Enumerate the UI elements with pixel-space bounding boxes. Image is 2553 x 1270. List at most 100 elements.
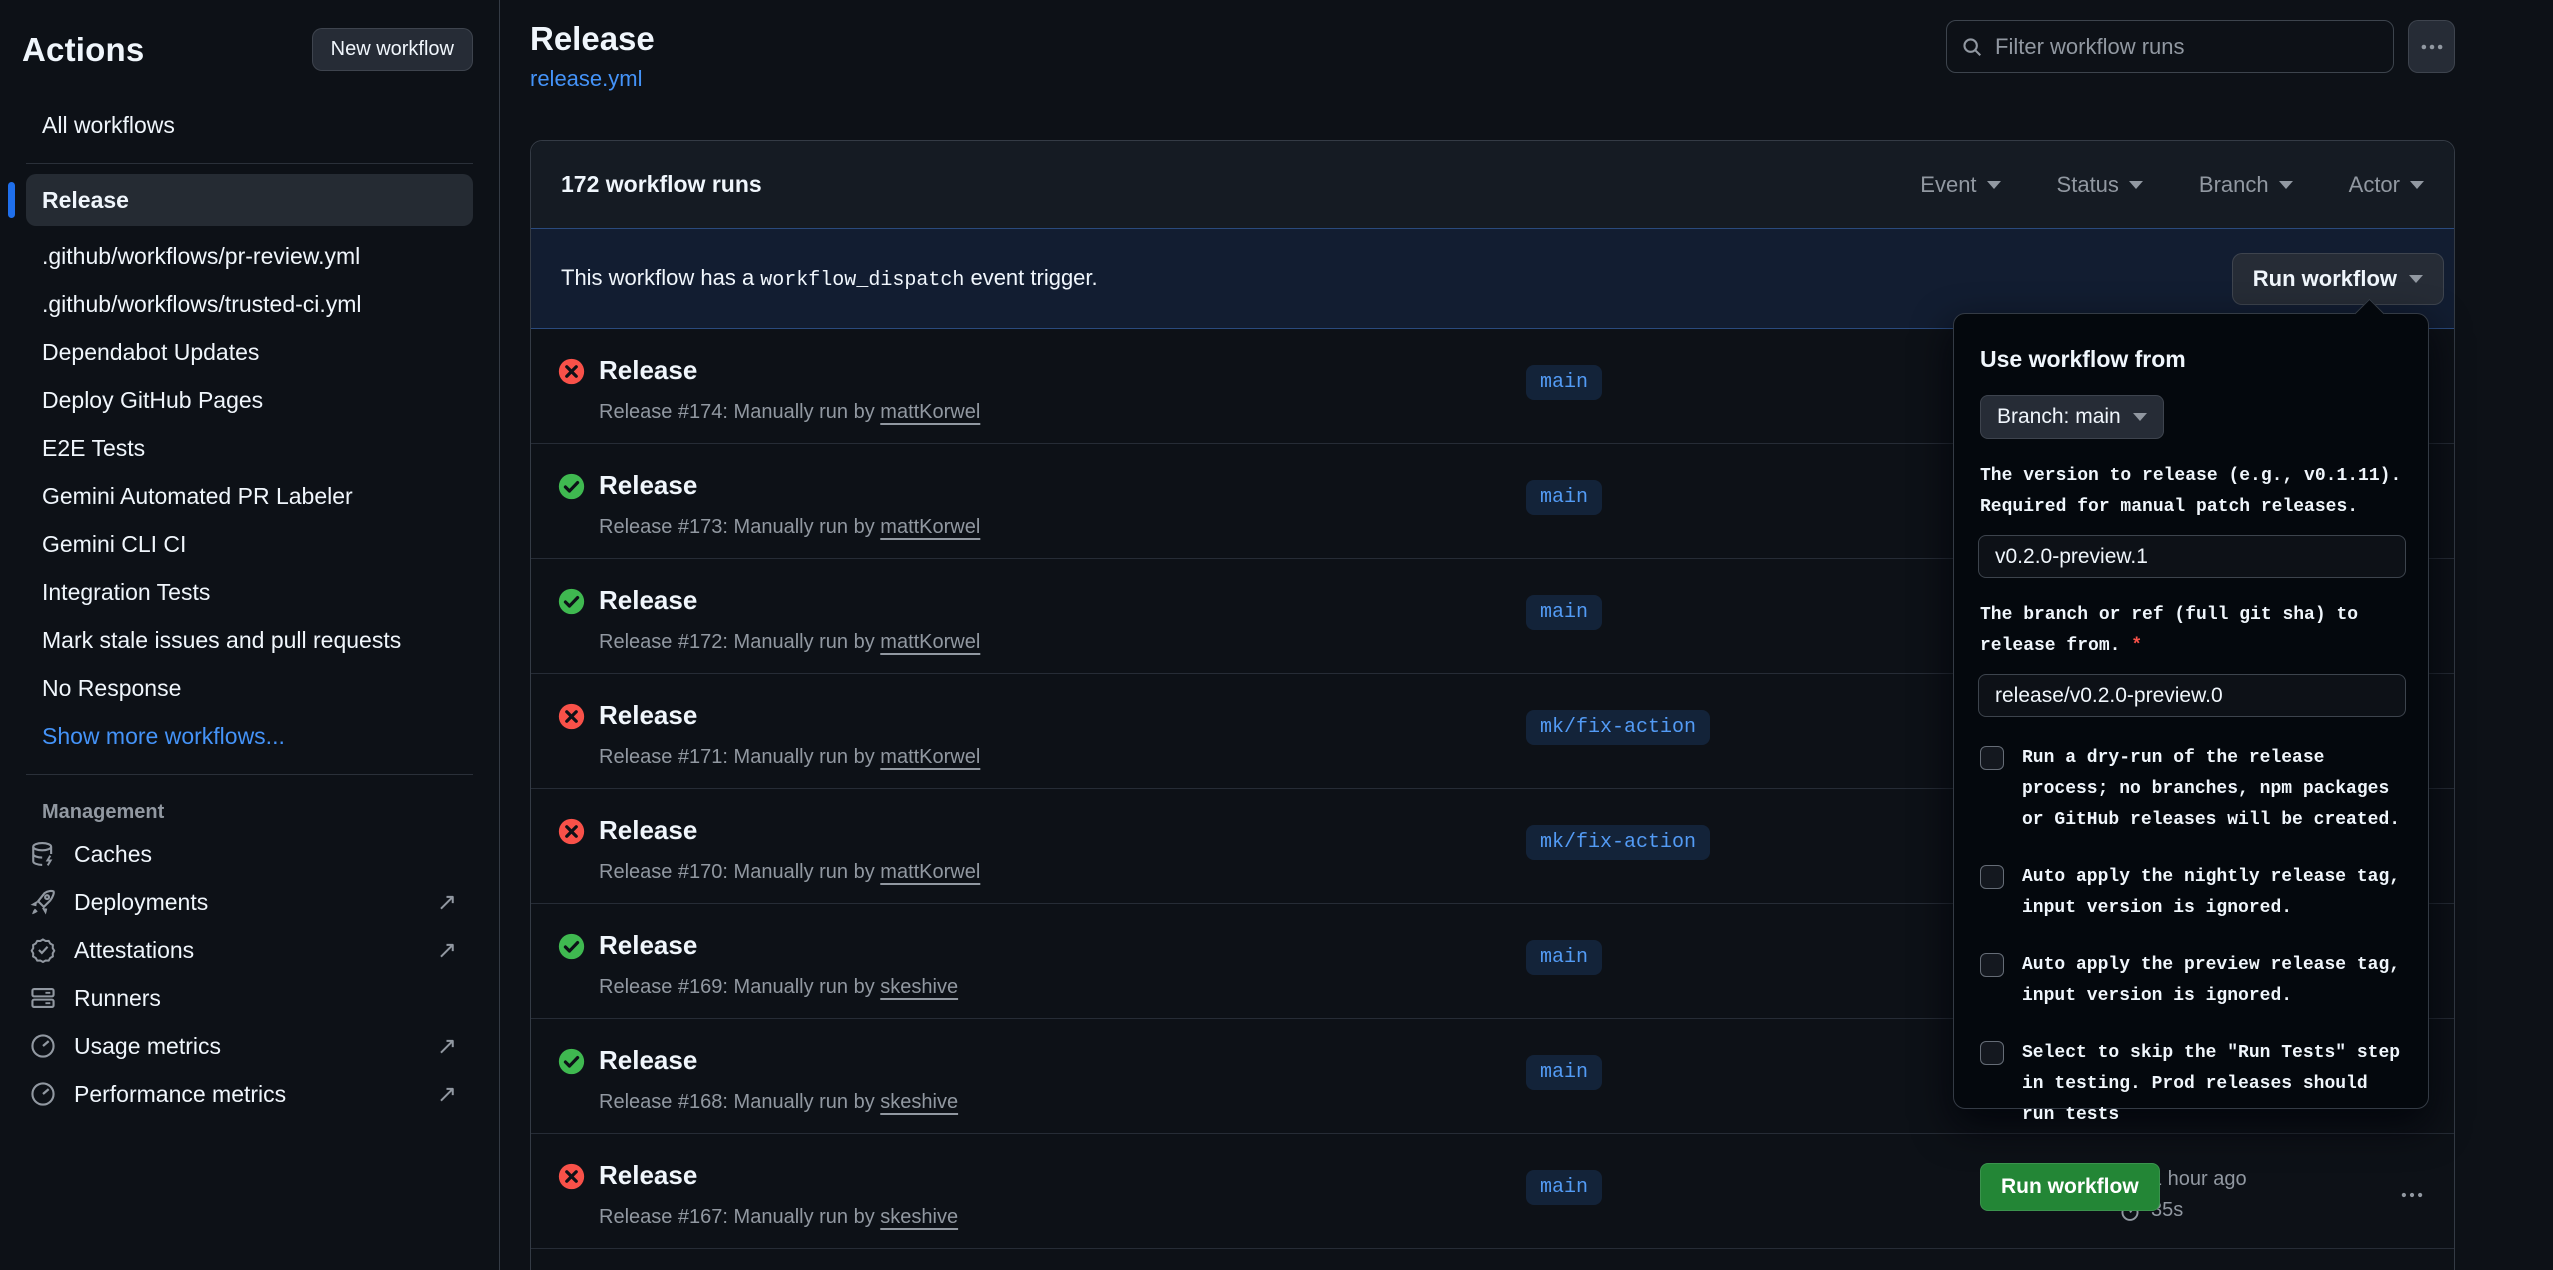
failure-status-icon	[558, 818, 585, 845]
run-title-link[interactable]: Release	[599, 355, 697, 386]
run-title-link[interactable]: Release	[599, 700, 697, 731]
filter-label: Event	[1920, 172, 1976, 198]
branch-badge[interactable]: main	[1526, 480, 1602, 515]
gauge-icon	[30, 1033, 56, 1059]
chevron-down-icon	[2129, 181, 2143, 189]
actor-link[interactable]: mattKorwel	[880, 401, 980, 423]
branch-badge[interactable]: main	[1526, 1170, 1602, 1205]
run-workflow-panel: Use workflow from Branch: main The versi…	[1953, 313, 2429, 1109]
actor-link[interactable]: mattKorwel	[880, 746, 980, 768]
preview-tag-checkbox[interactable]	[1980, 953, 2004, 977]
sidebar-item-label: Performance metrics	[74, 1081, 419, 1108]
chevron-down-icon	[1987, 181, 2001, 189]
sidebar-item-workflow[interactable]: E2E Tests	[26, 424, 473, 472]
preview-tag-checkbox-row: Auto apply the preview release tag, inpu…	[1980, 950, 2404, 1012]
version-input[interactable]	[1978, 535, 2406, 578]
sidebar-item-workflow[interactable]: Gemini CLI CI	[26, 520, 473, 568]
kebab-horizontal-icon	[2419, 34, 2445, 60]
workflow-options-button[interactable]	[2408, 20, 2455, 73]
sidebar-item-release-selected[interactable]: Release	[26, 174, 473, 226]
workflow-file-link[interactable]: release.yml	[530, 66, 642, 92]
branch-badge[interactable]: mk/fix-action	[1526, 710, 1710, 745]
run-subtitle: Release #169: Manually run by skeshive	[599, 976, 958, 999]
status-filter-dropdown[interactable]: Status	[2057, 172, 2143, 198]
run-title-link[interactable]: Release	[599, 1160, 697, 1191]
run-subtitle: Release #168: Manually run by skeshive	[599, 1091, 958, 1114]
workflow-dispatch-code: workflow_dispatch	[760, 269, 964, 292]
sidebar-item-label: Caches	[74, 841, 457, 868]
actions-sidebar: Actions New workflow All workflows Relea…	[0, 0, 500, 1270]
branch-badge[interactable]: main	[1526, 595, 1602, 630]
actor-link[interactable]: skeshive	[880, 1091, 958, 1113]
sidebar-item-workflow[interactable]: .github/workflows/trusted-ci.yml	[26, 280, 473, 328]
sidebar-item-runners[interactable]: Runners	[0, 974, 499, 1022]
verified-icon	[30, 937, 56, 963]
branch-filter-dropdown[interactable]: Branch	[2199, 172, 2293, 198]
run-workflow-submit-button[interactable]: Run workflow	[1980, 1163, 2160, 1211]
run-subtitle: Release #172: Manually run by mattKorwel	[599, 631, 980, 654]
run-workflow-dropdown-button[interactable]: Run workflow	[2232, 253, 2444, 305]
actor-link[interactable]: skeshive	[880, 1206, 958, 1228]
sidebar-item-performance-metrics[interactable]: Performance metrics ↗	[0, 1070, 499, 1118]
skip-tests-checkbox[interactable]	[1980, 1041, 2004, 1065]
actor-link[interactable]: mattKorwel	[880, 631, 980, 653]
show-more-workflows-link[interactable]: Show more workflows...	[26, 712, 473, 760]
search-icon	[1961, 35, 1983, 59]
run-workflow-label: Run workflow	[2253, 266, 2397, 292]
sidebar-item-attestations[interactable]: Attestations ↗	[0, 926, 499, 974]
sidebar-item-caches[interactable]: Caches	[0, 830, 499, 878]
actor-link[interactable]: mattKorwel	[880, 861, 980, 883]
filter-label: Branch	[2199, 172, 2269, 198]
checkbox-label: Run a dry-run of the release process; no…	[2022, 743, 2404, 836]
run-title-link[interactable]: Release	[599, 930, 697, 961]
run-title-link[interactable]: Release	[599, 815, 697, 846]
actor-link[interactable]: mattKorwel	[880, 516, 980, 538]
checkbox-label: Auto apply the nightly release tag, inpu…	[2022, 862, 2404, 924]
success-status-icon	[558, 1048, 585, 1075]
failure-status-icon	[558, 1163, 585, 1190]
success-status-icon	[558, 588, 585, 615]
version-field-description: The version to release (e.g., v0.1.11). …	[1980, 461, 2404, 523]
event-filter-dropdown[interactable]: Event	[1920, 172, 2000, 198]
ref-input[interactable]	[1978, 674, 2406, 717]
sidebar-item-workflow[interactable]: Mark stale issues and pull requests	[26, 616, 473, 664]
sidebar-item-all-workflows[interactable]: All workflows	[26, 101, 473, 149]
dry-run-checkbox[interactable]	[1980, 746, 2004, 770]
main-header: Release release.yml	[530, 0, 2553, 140]
filter-workflow-runs-box[interactable]	[1946, 20, 2394, 73]
chevron-down-icon	[2279, 181, 2293, 189]
new-workflow-button[interactable]: New workflow	[312, 28, 473, 71]
branch-select-button[interactable]: Branch: main	[1980, 395, 2164, 439]
sidebar-item-usage-metrics[interactable]: Usage metrics ↗	[0, 1022, 499, 1070]
external-link-icon: ↗	[437, 1080, 457, 1109]
management-section-header: Management	[0, 783, 499, 830]
actor-link[interactable]: skeshive	[880, 976, 958, 998]
rocket-icon	[30, 889, 56, 915]
actor-filter-dropdown[interactable]: Actor	[2349, 172, 2424, 198]
sidebar-item-workflow[interactable]: Gemini Automated PR Labeler	[26, 472, 473, 520]
sidebar-item-workflow[interactable]: Dependabot Updates	[26, 328, 473, 376]
page-title: Release	[530, 20, 655, 58]
branch-badge[interactable]: main	[1526, 365, 1602, 400]
branch-badge[interactable]: main	[1526, 940, 1602, 975]
filter-workflow-runs-input[interactable]	[1995, 34, 2379, 60]
sidebar-item-workflow[interactable]: Deploy GitHub Pages	[26, 376, 473, 424]
nightly-tag-checkbox[interactable]	[1980, 865, 2004, 889]
branch-badge[interactable]: main	[1526, 1055, 1602, 1090]
sidebar-item-workflow[interactable]: .github/workflows/pr-review.yml	[26, 232, 473, 280]
run-title-link[interactable]: Release	[599, 1045, 697, 1076]
filter-label: Status	[2057, 172, 2119, 198]
skip-tests-checkbox-row: Select to skip the "Run Tests" step in t…	[1980, 1038, 2404, 1131]
run-title-link[interactable]: Release	[599, 585, 697, 616]
sidebar-item-workflow[interactable]: Integration Tests	[26, 568, 473, 616]
branch-badge[interactable]: mk/fix-action	[1526, 825, 1710, 860]
filter-label: Actor	[2349, 172, 2400, 198]
run-title-link[interactable]: Release	[599, 470, 697, 501]
nightly-tag-checkbox-row: Auto apply the nightly release tag, inpu…	[1980, 862, 2404, 924]
ref-field-description: The branch or ref (full git sha) to rele…	[1980, 600, 2404, 662]
sidebar-item-deployments[interactable]: Deployments ↗	[0, 878, 499, 926]
success-status-icon	[558, 473, 585, 500]
sidebar-item-workflow[interactable]: No Response	[26, 664, 473, 712]
partial-run-row	[531, 1249, 2454, 1263]
sidebar-item-label: Usage metrics	[74, 1033, 419, 1060]
